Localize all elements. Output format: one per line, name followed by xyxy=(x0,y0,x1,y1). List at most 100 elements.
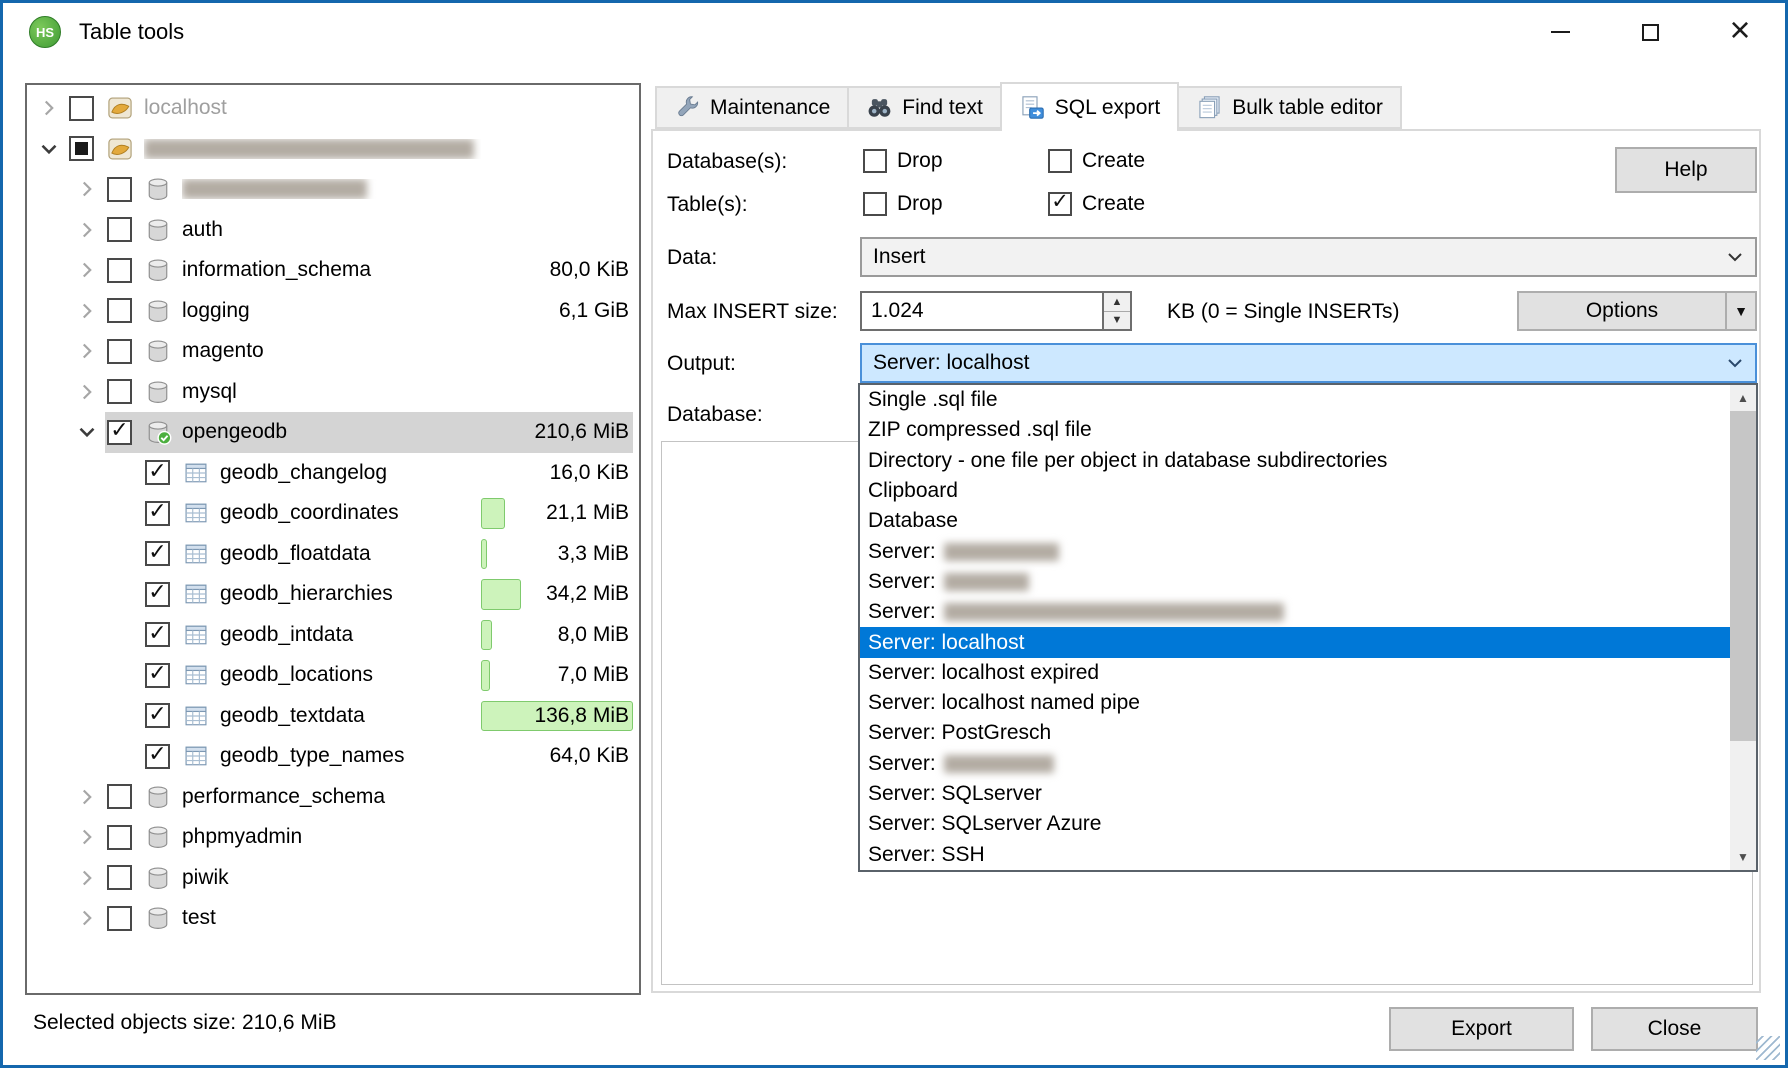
tree-checkbox[interactable] xyxy=(107,258,132,283)
tree-item-information_schema[interactable]: information_schema80,0 KiB xyxy=(27,250,639,291)
output-option-12[interactable]: Server: xyxy=(860,749,1730,779)
expander-collapsed-icon[interactable] xyxy=(69,215,105,245)
tree-item-logging[interactable]: logging6,1 GiB xyxy=(27,291,639,332)
output-option-1[interactable]: ZIP compressed .sql file xyxy=(860,415,1730,445)
tree-checkbox[interactable] xyxy=(145,663,170,688)
output-option-4[interactable]: Database xyxy=(860,506,1730,536)
output-option-7[interactable]: Server: xyxy=(860,597,1730,627)
tree-checkbox[interactable] xyxy=(107,784,132,809)
tables-create-checkbox[interactable]: Create xyxy=(1048,190,1145,217)
tree-checkbox[interactable] xyxy=(145,460,170,485)
tab-find-text[interactable]: Find text xyxy=(847,86,1002,129)
expander-collapsed-icon[interactable] xyxy=(69,863,105,893)
options-button[interactable]: Options xyxy=(1517,291,1727,331)
output-option-11[interactable]: Server: PostGresch xyxy=(860,718,1730,748)
output-option-5[interactable]: Server: xyxy=(860,536,1730,566)
tab-bulk-table-editor[interactable]: Bulk table editor xyxy=(1177,86,1402,129)
expander-collapsed-icon[interactable] xyxy=(69,822,105,852)
tree-checkbox[interactable] xyxy=(69,96,94,121)
tab-sql-export[interactable]: SQL export xyxy=(1000,82,1179,131)
tree-item-geodb_locations[interactable]: geodb_locations7,0 MiB xyxy=(27,655,639,696)
help-button[interactable]: Help xyxy=(1615,147,1757,193)
tree-checkbox[interactable] xyxy=(145,541,170,566)
tree-checkbox[interactable] xyxy=(145,744,170,769)
tree-item-phpmyadmin[interactable]: phpmyadmin xyxy=(27,817,639,858)
databases-create-checkbox[interactable]: Create xyxy=(1048,147,1145,174)
expander-collapsed-icon[interactable] xyxy=(69,174,105,204)
output-option-2[interactable]: Directory - one file per object in datab… xyxy=(860,446,1730,476)
output-option-13[interactable]: Server: SQLserver xyxy=(860,779,1730,809)
tree-checkbox[interactable] xyxy=(107,379,132,404)
output-option-6[interactable]: Server: xyxy=(860,567,1730,597)
checkbox-box[interactable] xyxy=(1048,192,1072,216)
minimize-button[interactable] xyxy=(1515,3,1605,61)
tab-maintenance[interactable]: Maintenance xyxy=(655,86,849,129)
tree-item-auth[interactable]: auth xyxy=(27,210,639,251)
tree-item-geodb_textdata[interactable]: geodb_textdata136,8 MiB xyxy=(27,696,639,737)
output-option-0[interactable]: Single .sql file xyxy=(860,385,1730,415)
tree-checkbox[interactable] xyxy=(107,825,132,850)
tree-item-geodb_type_names[interactable]: geodb_type_names64,0 KiB xyxy=(27,736,639,777)
expander-collapsed-icon[interactable] xyxy=(69,336,105,366)
expander-collapsed-icon[interactable] xyxy=(69,377,105,407)
expander-collapsed-icon[interactable] xyxy=(69,903,105,933)
tree-checkbox[interactable] xyxy=(107,865,132,890)
tree-item-localhost[interactable]: localhost xyxy=(27,88,639,129)
scroll-down-icon[interactable]: ▼ xyxy=(1730,844,1756,870)
resize-grip[interactable] xyxy=(1756,1036,1780,1060)
close-button[interactable]: × xyxy=(1695,3,1785,61)
databases-drop-checkbox[interactable]: Drop xyxy=(863,147,943,174)
expander-collapsed-icon[interactable] xyxy=(69,782,105,812)
tree-checkbox[interactable] xyxy=(145,501,170,526)
expander-collapsed-icon[interactable] xyxy=(31,93,67,123)
stepper-up-icon[interactable]: ▲ xyxy=(1104,293,1130,312)
checkbox-box[interactable] xyxy=(863,192,887,216)
maximize-button[interactable] xyxy=(1605,3,1695,61)
tree-checkbox[interactable] xyxy=(107,217,132,242)
output-option-10[interactable]: Server: localhost named pipe xyxy=(860,688,1730,718)
tree-checkbox[interactable] xyxy=(145,622,170,647)
tree-item-opengeodb[interactable]: opengeodb210,6 MiB xyxy=(27,412,639,453)
tree-checkbox[interactable] xyxy=(107,339,132,364)
options-dropdown-button[interactable]: ▼ xyxy=(1725,291,1757,331)
tree-item-mysql[interactable]: mysql xyxy=(27,372,639,413)
tree-item-db-redacted[interactable] xyxy=(27,169,639,210)
tree-checkbox[interactable] xyxy=(145,582,170,607)
tree-item-geodb_intdata[interactable]: geodb_intdata8,0 MiB xyxy=(27,615,639,656)
scroll-thumb[interactable] xyxy=(1730,411,1756,741)
output-option-14[interactable]: Server: SQLserver Azure xyxy=(860,809,1730,839)
tree-item-server-redacted[interactable] xyxy=(27,129,639,170)
tree-item-geodb_changelog[interactable]: geodb_changelog16,0 KiB xyxy=(27,453,639,494)
stepper-down-icon[interactable]: ▼ xyxy=(1104,312,1130,330)
dropdown-scrollbar[interactable]: ▲ ▼ xyxy=(1730,385,1756,870)
tree-checkbox[interactable] xyxy=(107,177,132,202)
checkbox-box[interactable] xyxy=(863,149,887,173)
tables-drop-checkbox[interactable]: Drop xyxy=(863,190,943,217)
max-insert-input[interactable]: 1.024 xyxy=(860,291,1104,331)
tree-item-geodb_floatdata[interactable]: geodb_floatdata3,3 MiB xyxy=(27,534,639,575)
tree-item-magento[interactable]: magento xyxy=(27,331,639,372)
tree-item-test[interactable]: test xyxy=(27,898,639,939)
output-combobox[interactable]: Server: localhost xyxy=(860,343,1757,383)
expander-collapsed-icon[interactable] xyxy=(69,255,105,285)
tree-checkbox[interactable] xyxy=(69,136,94,161)
tree-item-piwik[interactable]: piwik xyxy=(27,858,639,899)
tree-item-geodb_coordinates[interactable]: geodb_coordinates21,1 MiB xyxy=(27,493,639,534)
close-dialog-button[interactable]: Close xyxy=(1591,1007,1758,1051)
tree-checkbox[interactable] xyxy=(107,298,132,323)
tree-checkbox[interactable] xyxy=(107,420,132,445)
tree-item-performance_schema[interactable]: performance_schema xyxy=(27,777,639,818)
data-combobox[interactable]: Insert xyxy=(860,237,1757,277)
tree-item-geodb_hierarchies[interactable]: geodb_hierarchies34,2 MiB xyxy=(27,574,639,615)
expander-expanded-icon[interactable] xyxy=(31,134,67,164)
tree-checkbox[interactable] xyxy=(145,703,170,728)
output-option-8[interactable]: Server: localhost xyxy=(860,627,1730,657)
output-option-15[interactable]: Server: SSH xyxy=(860,839,1730,869)
max-insert-stepper[interactable]: ▲ ▼ xyxy=(1104,291,1132,331)
output-option-9[interactable]: Server: localhost expired xyxy=(860,658,1730,688)
checkbox-box[interactable] xyxy=(1048,149,1072,173)
tree-checkbox[interactable] xyxy=(107,906,132,931)
expander-expanded-icon[interactable] xyxy=(69,417,105,447)
scroll-up-icon[interactable]: ▲ xyxy=(1730,385,1756,411)
expander-collapsed-icon[interactable] xyxy=(69,296,105,326)
